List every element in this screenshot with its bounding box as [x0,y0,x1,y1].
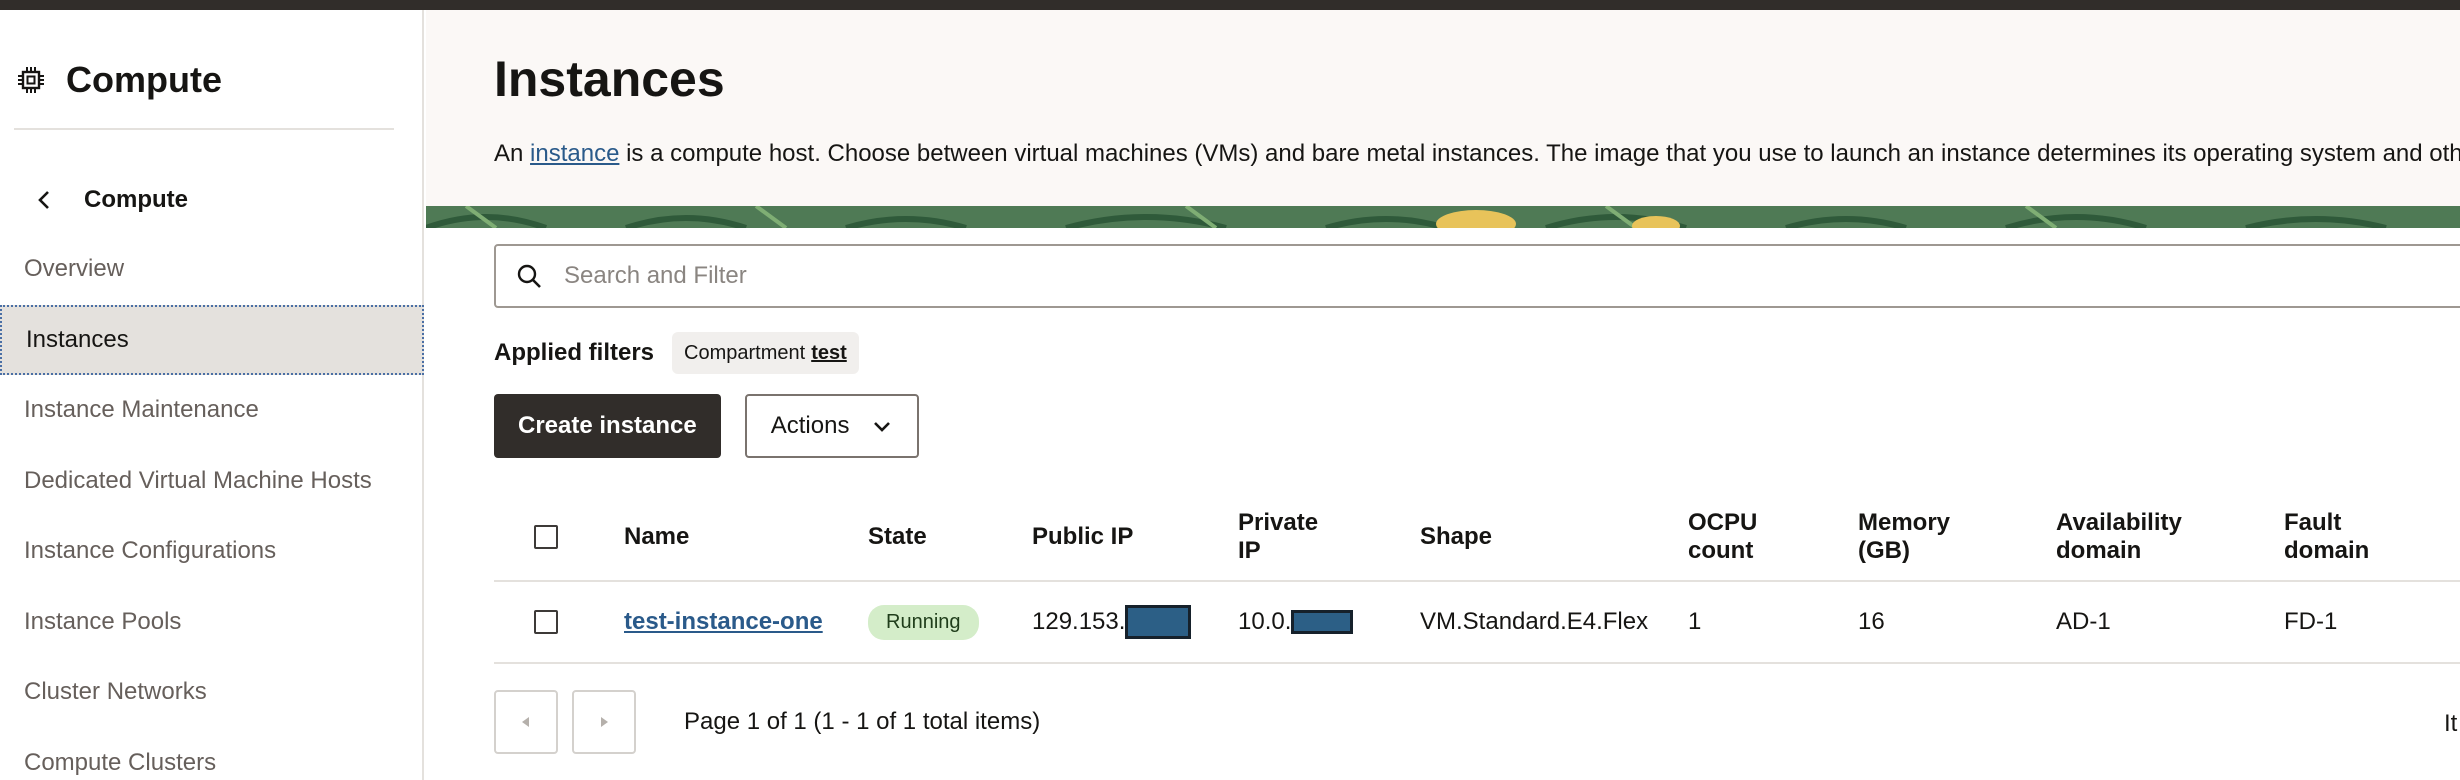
col-header-state[interactable]: State [868,494,927,580]
banner-pattern [426,206,2460,228]
instance-doc-link[interactable]: instance [530,140,619,167]
actions-dropdown-button[interactable]: Actions [744,394,920,458]
decorative-banner [426,206,2460,228]
col-header-availability-line2: domain [2056,537,2142,564]
top-bar [0,0,2460,10]
table-header: Name State Public IP Private IP Shape OCP… [494,494,2460,582]
action-toolbar: Create instance Actions [494,394,920,458]
applied-filters-label: Applied filters [494,339,655,366]
sidebar-back-label: Compute [84,186,188,213]
compute-chip-icon [18,67,44,93]
col-header-name[interactable]: Name [624,494,689,580]
col-header-fault[interactable]: Fault domain [2284,494,2369,580]
sidebar-item-compute-clusters[interactable]: Compute Clusters [0,728,424,780]
col-header-fault-line2: domain [2284,537,2370,564]
cell-memory: 16 [1858,608,1885,635]
sidebar-divider [14,128,394,130]
col-header-private-ip-line2: IP [1238,537,1261,564]
col-header-ocpu-line1: OCPU [1688,509,1758,536]
sidebar-item-instance-configurations[interactable]: Instance Configurations [0,516,424,587]
cell-ocpu: 1 [1688,608,1702,635]
caret-right-icon [601,717,608,727]
page-title: Instances [494,51,725,107]
public-ip-value: 129.153. [1032,608,1126,635]
col-header-memory-line1: Memory [1858,509,1951,536]
col-header-fault-line1: Fault [2284,509,2342,536]
applied-filters: Applied filters Compartment test [494,332,859,374]
pagination: Page 1 of 1 (1 - 1 of 1 total items) [494,690,1040,754]
desc-suffix: is a compute host. Choose between virtua… [619,140,2460,167]
cell-availability: AD-1 [2056,608,2111,635]
select-all-checkbox[interactable] [534,525,558,549]
cell-name: test-instance-one [624,582,823,662]
chevron-down-icon [874,422,891,432]
cell-fault: FD-1 [2284,608,2338,635]
sidebar-item-instance-maintenance[interactable]: Instance Maintenance [0,375,424,446]
pagination-summary: Page 1 of 1 (1 - 1 of 1 total items) [684,708,1041,735]
sidebar-item-dedicated-vm-hosts[interactable]: Dedicated Virtual Machine Hosts [0,446,424,517]
cell-private-ip: 10.0. [1238,582,1354,662]
col-header-ocpu-line2: count [1688,537,1754,564]
search-icon [517,264,541,288]
col-header-private-ip[interactable]: Private IP [1238,494,1318,580]
cell-public-ip: 129.153. [1032,582,1192,662]
desc-prefix: An [494,140,531,167]
sidebar-back-link[interactable]: Compute [30,170,188,230]
col-header-availability-line1: Availability [2056,509,2182,536]
sidebar-item-instance-pools[interactable]: Instance Pools [0,587,424,658]
col-header-memory[interactable]: Memory (GB) [1858,494,1950,580]
col-header-availability[interactable]: Availability domain [2056,494,2182,580]
sidebar-item-overview[interactable]: Overview [0,234,424,305]
sidebar-title: Compute [66,59,222,100]
main-content: Instances An instance is a compute host.… [426,10,2460,780]
items-per-page-label: It [2444,710,2458,737]
table-row: test-instance-one Running 129.153. 10.0.… [494,582,2460,664]
instances-table: Name State Public IP Private IP Shape OCP… [494,494,2460,664]
instance-name-link[interactable]: test-instance-one [624,608,823,636]
caret-left-icon [522,717,529,727]
chevron-left-icon [38,191,49,209]
status-badge: Running [868,604,979,640]
row-checkbox[interactable] [534,610,558,634]
private-ip-value: 10.0. [1238,608,1292,635]
next-page-button[interactable] [572,690,636,754]
filter-chip-key: Compartment [684,341,806,364]
col-header-memory-line2: (GB) [1858,537,1910,564]
filter-chip-value[interactable]: test [811,342,847,365]
cell-shape: VM.Standard.E4.Flex [1420,608,1649,635]
col-header-ocpu[interactable]: OCPU count [1688,494,1757,580]
search-bar[interactable] [494,244,2460,308]
sidebar-menu: Overview Instances Instance Maintenance … [0,234,424,780]
search-input[interactable] [564,262,2264,290]
create-instance-button[interactable]: Create instance [494,394,721,458]
sidebar: Compute Compute Overview Instances Insta… [0,10,424,780]
col-header-private-ip-line1: Private [1238,509,1319,536]
sidebar-item-cluster-networks[interactable]: Cluster Networks [0,657,424,728]
cell-state: Running [868,582,979,662]
sidebar-item-instances[interactable]: Instances [0,304,424,375]
col-header-public-ip[interactable]: Public IP [1032,494,1133,580]
previous-page-button[interactable] [494,690,558,754]
page-description: An instance is a compute host. Choose be… [494,140,2460,168]
select-all-cell [534,494,558,580]
redaction-block [1291,610,1354,634]
actions-label: Actions [770,412,850,439]
redaction-block [1125,605,1192,639]
page-header: Instances An instance is a compute host.… [426,10,2460,206]
col-header-shape[interactable]: Shape [1420,494,1492,580]
compartment-filter-chip[interactable]: Compartment test [672,332,859,374]
sidebar-header: Compute [16,50,222,110]
row-select-cell [534,582,558,662]
